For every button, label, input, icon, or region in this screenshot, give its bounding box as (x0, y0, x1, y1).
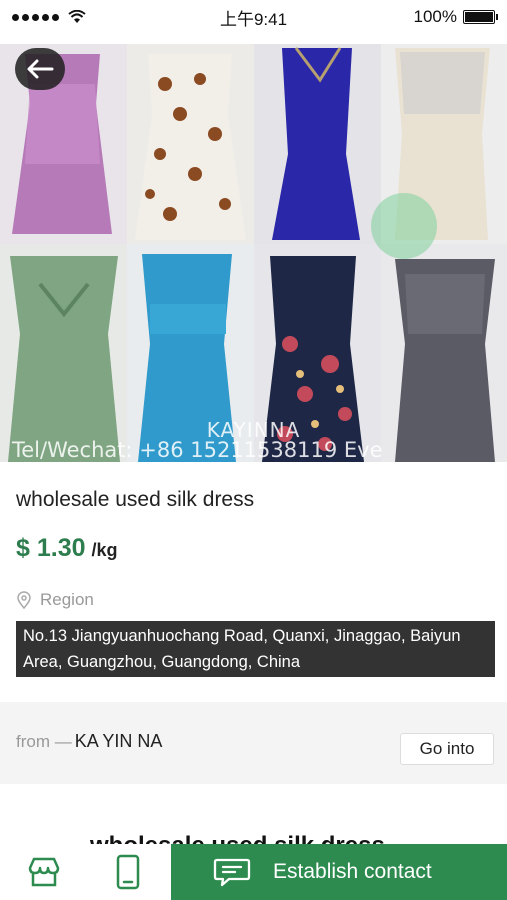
phone-icon (116, 854, 140, 890)
back-button[interactable] (15, 48, 65, 90)
price-amount: $ 1.30 (16, 534, 86, 562)
phone-button[interactable] (108, 852, 148, 892)
seller-name: KA YIN NA (74, 731, 163, 751)
seller-info: from — KA YIN NA (16, 731, 162, 752)
address-text: No.13 Jiangyuanhuochang Road, Quanxi, Ji… (16, 621, 495, 677)
product-price: $ 1.30/kg (16, 534, 118, 563)
watermark-contact: Tel/Wechat: +86 15211538119 Eve (12, 438, 383, 462)
establish-contact-button[interactable]: Establish contact (171, 844, 507, 900)
product-title: wholesale used silk dress (16, 488, 255, 511)
region-label: Region (40, 590, 94, 609)
go-into-button[interactable]: Go into (400, 733, 494, 765)
from-label: from — (16, 732, 72, 751)
establish-contact-label: Establish contact (273, 860, 432, 883)
battery-icon (463, 10, 498, 24)
region-row: Region (16, 590, 94, 610)
battery-percent: 100% (413, 7, 457, 26)
product-image[interactable]: KAYINNA Tel/Wechat: +86 15211538119 Eve (0, 44, 507, 462)
status-bar: 上午9:41 100% (0, 0, 507, 34)
shop-icon (28, 857, 60, 887)
location-pin-icon (17, 591, 31, 609)
signal-strength-icon (12, 10, 86, 24)
wifi-icon (68, 10, 86, 23)
price-unit: /kg (91, 540, 118, 560)
back-arrow-icon (27, 59, 54, 79)
shop-button[interactable] (24, 852, 64, 892)
chat-icon (213, 858, 251, 887)
